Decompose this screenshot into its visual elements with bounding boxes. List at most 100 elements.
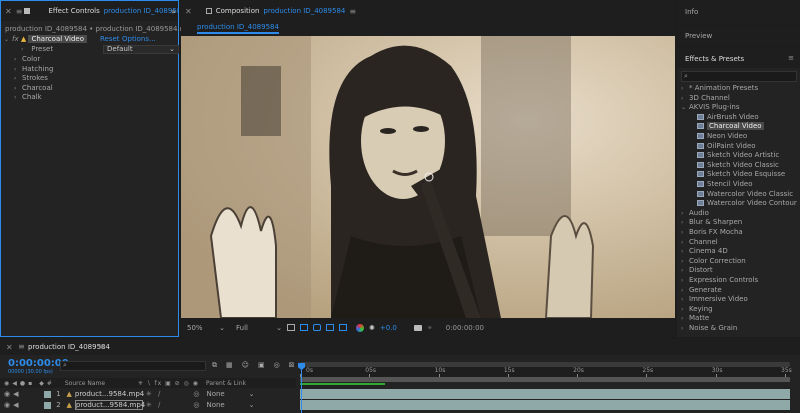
chevron-right-icon[interactable]: › bbox=[681, 305, 689, 315]
resolution-dropdown[interactable]: Full ⌄ bbox=[236, 324, 282, 332]
options-button[interactable]: Options... bbox=[122, 35, 156, 45]
effect-controls-file[interactable]: production ID_4089584.mp4 bbox=[104, 7, 178, 15]
chevron-down-icon[interactable]: ⌄ bbox=[681, 103, 689, 113]
chevron-right-icon[interactable]: › bbox=[681, 257, 689, 267]
effect-row[interactable]: ⌄ fx ▲ Charcoal Video Reset Options... bbox=[4, 35, 178, 45]
category-item[interactable]: › Audio bbox=[681, 209, 800, 219]
category-item[interactable]: › Blur & Sharpen bbox=[681, 218, 800, 228]
exposure-icon[interactable]: ✺ bbox=[369, 324, 375, 332]
chevron-right-icon[interactable]: › bbox=[681, 228, 689, 238]
snapshot-icon[interactable]: ⚭ bbox=[427, 324, 433, 332]
guides-icon[interactable] bbox=[339, 324, 347, 331]
chevron-right-icon[interactable]: › bbox=[681, 94, 689, 104]
chevron-right-icon[interactable]: › bbox=[681, 238, 689, 248]
info-title[interactable]: Info bbox=[685, 8, 698, 16]
eye-icon[interactable]: ◉ bbox=[4, 401, 10, 409]
menu-icon[interactable]: ≡ bbox=[788, 54, 794, 62]
comp-mini-flowchart-icon[interactable]: ⧉ bbox=[212, 361, 217, 370]
effects-search-field[interactable]: ⌕ bbox=[681, 71, 797, 82]
menu-icon[interactable]: ≡ bbox=[18, 342, 25, 351]
label-color-swatch[interactable] bbox=[43, 390, 51, 398]
effect-item[interactable]: Neon Video bbox=[697, 132, 800, 142]
category-item[interactable]: › Generate bbox=[681, 286, 800, 296]
effect-item[interactable]: Sketch Video Classic bbox=[697, 161, 800, 171]
track-bar[interactable] bbox=[300, 389, 790, 399]
menu-icon[interactable]: ≡ bbox=[16, 7, 23, 16]
category-item[interactable]: › Keying bbox=[681, 305, 800, 315]
exposure-value[interactable]: +0.0 bbox=[380, 324, 397, 332]
effect-name[interactable]: Charcoal Video bbox=[28, 35, 88, 43]
chevron-right-icon[interactable]: › bbox=[681, 84, 689, 94]
category-item[interactable]: › Color Correction bbox=[681, 257, 800, 267]
switches-header[interactable]: ✳ ∖ fx ▣ ⊘ ◎ ◉ bbox=[138, 380, 199, 387]
hash-icon[interactable]: # bbox=[47, 380, 52, 387]
composition-tab[interactable]: production ID_4089584 bbox=[197, 23, 279, 34]
menu-icon[interactable]: ≡ bbox=[98, 342, 105, 351]
audio-icon[interactable]: ◀ bbox=[13, 390, 18, 398]
layer-row[interactable]: ◉ ◀ 2 ▲ product...9584.mp4 ✳ ∕ ◎ None ⌄ bbox=[0, 400, 296, 410]
shy-icon[interactable]: ☺ bbox=[242, 361, 249, 370]
category-item[interactable]: › Cinema 4D bbox=[681, 247, 800, 257]
effect-controls-title[interactable]: Effect Controls bbox=[48, 7, 99, 15]
motion-blur-icon[interactable]: ◎ bbox=[274, 361, 280, 370]
category-item[interactable]: › * Animation Presets bbox=[681, 84, 800, 94]
chevron-right-icon[interactable]: › bbox=[681, 324, 689, 334]
lock-icon[interactable]: ▪ bbox=[28, 380, 32, 387]
category-item[interactable]: › Matte bbox=[681, 314, 800, 324]
source-name-header[interactable]: Source Name bbox=[65, 380, 135, 387]
transparency-grid-icon[interactable] bbox=[300, 324, 308, 331]
category-item[interactable]: › Immersive Video bbox=[681, 295, 800, 305]
frame-blending-icon[interactable]: ▣ bbox=[258, 361, 265, 370]
chevron-right-icon[interactable]: › bbox=[14, 55, 22, 65]
layer-name[interactable]: product...9584.mp4 bbox=[75, 390, 144, 398]
chevron-down-icon[interactable]: ⌄ bbox=[4, 35, 12, 45]
audio-icon[interactable]: ◀ bbox=[13, 401, 18, 409]
timeline-search-field[interactable]: ⌕ bbox=[60, 361, 206, 371]
effects-presets-title[interactable]: Effects & Presets bbox=[685, 55, 744, 63]
parent-pickwhip-icon[interactable]: ◎ bbox=[193, 390, 199, 398]
label-color-swatch[interactable] bbox=[43, 401, 51, 409]
eye-icon[interactable]: ◉ bbox=[4, 380, 9, 387]
category-item[interactable]: › Expression Controls bbox=[681, 276, 800, 286]
chevron-right-icon[interactable]: › bbox=[681, 266, 689, 276]
chevron-right-icon[interactable]: › bbox=[21, 45, 29, 55]
fx-icon[interactable]: fx bbox=[12, 35, 19, 43]
playhead[interactable] bbox=[301, 365, 302, 413]
eye-icon[interactable]: ◉ bbox=[4, 390, 10, 398]
parent-link-header[interactable]: Parent & Link bbox=[206, 380, 246, 387]
category-item[interactable]: › Boris FX Mocha bbox=[681, 228, 800, 238]
region-of-interest-icon[interactable] bbox=[287, 324, 295, 331]
group-color[interactable]: › Color bbox=[14, 55, 178, 65]
expand-panels-icon[interactable]: » bbox=[171, 7, 176, 16]
effect-item[interactable]: Sketch Video Artistic bbox=[697, 151, 800, 161]
category-item[interactable]: › Noise & Grain bbox=[681, 324, 800, 334]
chevron-right-icon[interactable]: › bbox=[681, 286, 689, 296]
chevron-right-icon[interactable]: › bbox=[14, 93, 22, 103]
switches[interactable]: ✳ ∕ bbox=[146, 390, 162, 398]
layer-row[interactable]: ◉ ◀ 1 ▲ product...9584.mp4 ✳ ∕ ◎ None ⌄ bbox=[0, 389, 296, 399]
solo-icon[interactable]: ● bbox=[20, 380, 25, 387]
effect-item[interactable]: AirBrush Video bbox=[697, 113, 800, 123]
viewer[interactable] bbox=[181, 36, 675, 318]
timecode-display[interactable]: 0:00:00:00 bbox=[446, 324, 484, 332]
chevron-right-icon[interactable]: › bbox=[681, 247, 689, 257]
close-icon[interactable]: ✕ bbox=[5, 7, 12, 16]
color-channels-icon[interactable] bbox=[356, 323, 364, 332]
category-item[interactable]: › Distort bbox=[681, 266, 800, 276]
lock-icon[interactable] bbox=[24, 8, 30, 14]
category-item[interactable]: ⌄ AKVIS Plug-ins bbox=[681, 103, 800, 113]
effect-item[interactable]: Stencil Video bbox=[697, 180, 800, 190]
chevron-right-icon[interactable]: › bbox=[681, 276, 689, 286]
preview-title[interactable]: Preview bbox=[685, 32, 712, 40]
mask-visibility-icon[interactable] bbox=[313, 324, 321, 331]
audio-icon[interactable]: ◀ bbox=[12, 380, 17, 387]
chevron-right-icon[interactable]: › bbox=[681, 218, 689, 228]
group-chalk[interactable]: › Chalk bbox=[14, 93, 178, 103]
effect-item[interactable]: Charcoal Video bbox=[697, 122, 800, 132]
graph-editor-icon[interactable]: ⊠ bbox=[289, 361, 295, 370]
group-strokes[interactable]: › Strokes bbox=[14, 74, 178, 84]
preset-dropdown[interactable]: Default ⌄ bbox=[103, 45, 179, 54]
effect-item[interactable]: Sketch Video Esquisse bbox=[697, 170, 800, 180]
effect-item[interactable]: Watercolor Video Classic bbox=[697, 190, 800, 200]
track-bar[interactable] bbox=[300, 400, 790, 410]
